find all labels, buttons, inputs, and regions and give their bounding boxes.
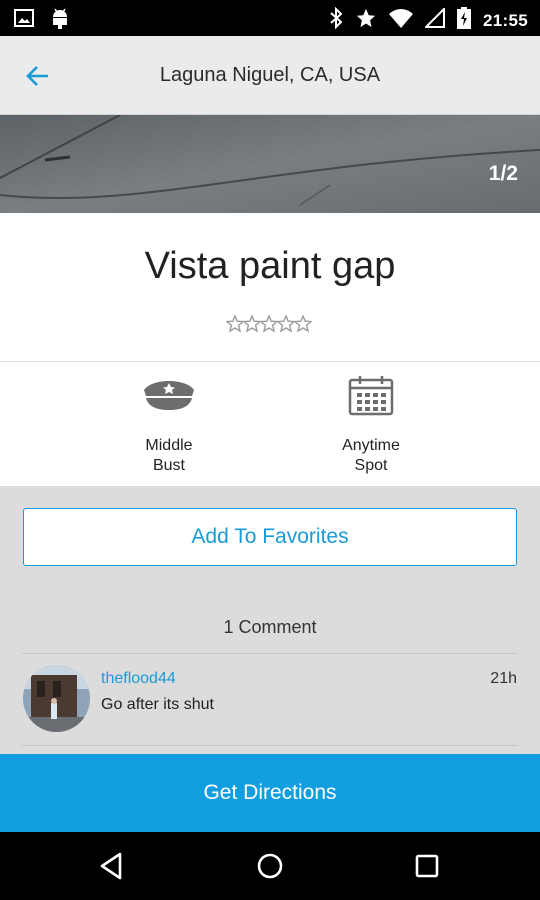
battery-charging-icon — [457, 7, 472, 34]
attribute-time: Anytime Spot — [296, 376, 446, 476]
bluetooth-icon — [329, 6, 343, 34]
location-title: Laguna Niguel, CA, USA — [159, 64, 381, 86]
rating-star-icon — [225, 314, 245, 333]
home-circle-icon — [257, 853, 283, 879]
avatar-image — [23, 665, 90, 732]
attribute-time-line1: Anytime — [342, 437, 400, 454]
comment-count: 1 Comment — [223, 617, 317, 637]
system-nav-bar — [0, 832, 540, 900]
comment-timestamp: 21h — [490, 670, 517, 687]
rating-star-icon — [293, 314, 313, 333]
rating-star-icon — [259, 314, 279, 333]
rating-star-icon — [276, 314, 296, 333]
comment-username[interactable]: theflood44 — [101, 670, 176, 688]
attribute-bust: Middle Bust — [94, 376, 244, 476]
status-bar: 21:55 — [0, 0, 540, 36]
spot-photo[interactable]: 1/2 — [0, 115, 540, 213]
spot-attributes: Middle Bust Anytime Spot — [0, 361, 540, 486]
comments-divider — [22, 653, 518, 654]
avatar[interactable] — [23, 665, 90, 732]
nav-recents-button[interactable] — [411, 850, 443, 882]
attribute-bust-line1: Middle — [145, 437, 193, 454]
police-cap-icon — [144, 381, 194, 410]
image-notification-icon — [14, 8, 34, 35]
recents-square-icon — [415, 854, 439, 878]
photo-counter: 1/2 — [488, 162, 518, 185]
comment-divider — [22, 745, 518, 746]
concrete-photo-image — [0, 115, 540, 213]
nav-home-button[interactable] — [254, 850, 286, 882]
spot-title: Vista paint gap — [144, 245, 396, 287]
back-triangle-icon — [100, 852, 122, 880]
wifi-icon — [389, 8, 414, 33]
get-directions-button[interactable]: Get Directions — [0, 754, 540, 832]
nav-back-button[interactable] — [96, 850, 128, 882]
comment-text: Go after its shut — [101, 696, 214, 713]
spot-title-card: Vista paint gap — [0, 213, 540, 361]
calendar-icon — [348, 376, 394, 416]
star-rating[interactable] — [225, 314, 314, 338]
star-icon — [355, 7, 377, 34]
android-notification-icon — [50, 8, 70, 35]
app-header: Laguna Niguel, CA, USA — [0, 36, 540, 115]
signal-icon — [423, 6, 446, 33]
attribute-bust-line2: Bust — [152, 457, 185, 474]
rating-star-icon — [242, 314, 262, 333]
status-time: 21:55 — [483, 10, 528, 30]
add-to-favorites-button[interactable]: Add To Favorites — [23, 508, 517, 566]
attribute-time-line2: Spot — [354, 457, 388, 474]
